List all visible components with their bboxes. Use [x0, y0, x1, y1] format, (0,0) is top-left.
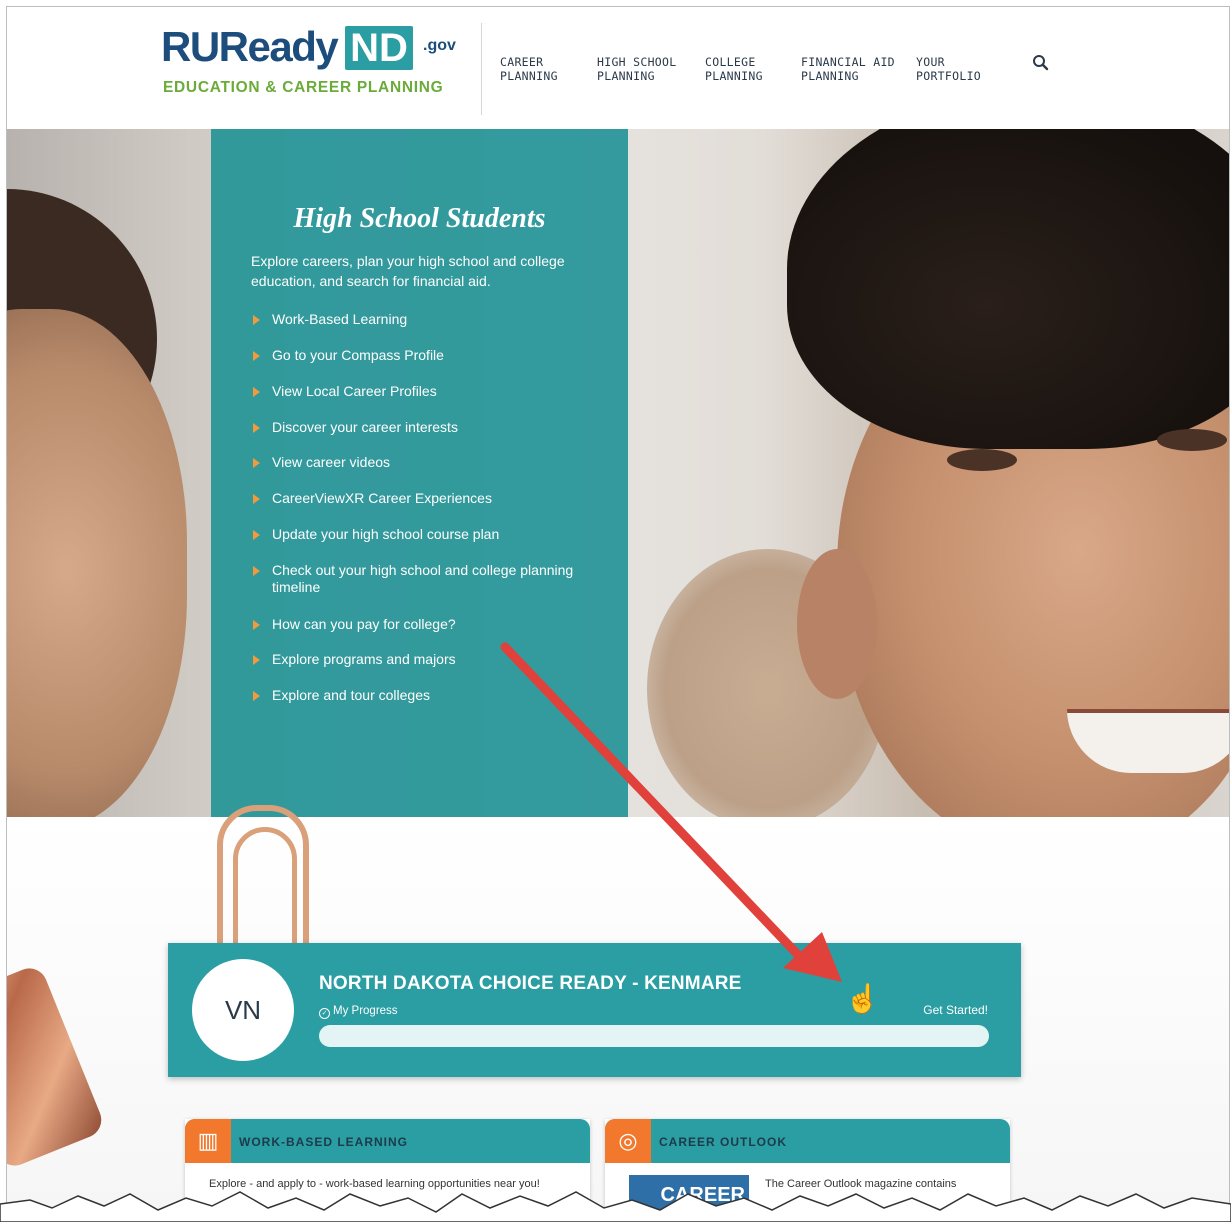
lightbulb-target-icon: ◎ [605, 1119, 651, 1163]
panel-link-label: Explore programs and majors [272, 651, 456, 667]
binder-clip-decoration [7, 962, 107, 1172]
nav-high-school-planning[interactable]: HIGH SCHOOL PLANNING [597, 55, 676, 83]
panel-link[interactable]: View career videos [251, 454, 592, 471]
card-title: WORK-BASED LEARNING [239, 1135, 408, 1149]
panel-link-label: View Local Career Profiles [272, 383, 437, 399]
bullet-arrow-icon [253, 387, 260, 397]
get-started-link[interactable]: Get Started! [923, 1003, 988, 1017]
bullet-arrow-icon [253, 691, 260, 701]
site-logo[interactable]: RUReady ND .gov EDUCATION & CAREER PLANN… [161, 23, 471, 103]
nav-college-planning[interactable]: COLLEGE PLANNING [705, 55, 763, 83]
bullet-arrow-icon [253, 620, 260, 630]
bullet-arrow-icon [253, 566, 260, 576]
dashboard-section: VN NORTH DAKOTA CHOICE READY - KENMARE ✓… [7, 805, 1229, 1217]
bullet-arrow-icon [253, 494, 260, 504]
panel-link-label: Explore and tour colleges [272, 687, 430, 703]
bullet-arrow-icon [253, 351, 260, 361]
bullet-arrow-icon [253, 423, 260, 433]
panel-link[interactable]: Explore and tour colleges [251, 687, 592, 704]
progress-label-text: My Progress [333, 1005, 398, 1017]
nav-financial-aid-planning[interactable]: FINANCIAL AID PLANNING [801, 55, 895, 83]
logo-nd-state-badge: ND [345, 26, 413, 70]
hand-pointer-icon: ☝ [845, 983, 880, 1014]
panel-link[interactable]: Go to your Compass Profile [251, 347, 592, 364]
panel-link[interactable]: CareerViewXR Career Experiences [251, 490, 592, 507]
search-icon[interactable] [1031, 53, 1051, 73]
logo-gov-suffix: .gov [423, 37, 456, 54]
site-header: RUReady ND .gov EDUCATION & CAREER PLANN… [7, 7, 1229, 129]
progress-label: ✓ My Progress [319, 1005, 398, 1019]
panel-link-label: Discover your career interests [272, 419, 458, 435]
card-title: CAREER OUTLOOK [659, 1135, 787, 1149]
panel-link[interactable]: Update your high school course plan [251, 526, 592, 543]
logo-wordmark: RUReady [161, 23, 339, 70]
logo-tagline: EDUCATION & CAREER PLANNING [163, 79, 444, 96]
panel-intro: Explore careers, plan your high school a… [251, 253, 565, 289]
check-circle-icon: ✓ [319, 1008, 330, 1019]
browser-frame: RUReady ND .gov EDUCATION & CAREER PLANN… [6, 6, 1230, 1218]
bullet-arrow-icon [253, 530, 260, 540]
panel-link[interactable]: How can you pay for college? [251, 616, 592, 633]
high-school-panel: High School Students Explore careers, pl… [211, 129, 628, 817]
panel-title: High School Students [293, 203, 546, 234]
nav-career-planning[interactable]: CAREER PLANNING [500, 55, 558, 83]
hero-photo-girl [7, 309, 187, 817]
nav-your-portfolio[interactable]: YOUR PORTFOLIO [916, 55, 981, 83]
card-header: ▥ WORK-BASED LEARNING [185, 1119, 590, 1163]
panel-link-label: Work-Based Learning [272, 311, 408, 327]
card-header: ◎ CAREER OUTLOOK [605, 1119, 1010, 1163]
panel-link-label: Update your high school course plan [272, 526, 500, 542]
panel-link[interactable]: Check out your high school and college p… [251, 562, 592, 596]
panel-link-label: Check out your high school and college p… [272, 562, 574, 595]
progress-card-title[interactable]: NORTH DAKOTA CHOICE READY - KENMARE [319, 973, 742, 995]
hero-photo-boy-eye [1157, 429, 1227, 451]
bullet-arrow-icon [253, 655, 260, 665]
avatar[interactable]: VN [192, 959, 294, 1061]
progress-bar [319, 1025, 989, 1047]
hero-photo-boy-ear [797, 549, 877, 699]
building-icon: ▥ [185, 1119, 231, 1163]
bullet-arrow-icon [253, 315, 260, 325]
panel-link-label: View career videos [272, 454, 391, 470]
bullet-arrow-icon [253, 458, 260, 468]
panel-link-label: How can you pay for college? [272, 616, 456, 632]
panel-link-label: Go to your Compass Profile [272, 347, 444, 363]
hero-photo-boy-eye [947, 449, 1017, 471]
panel-link[interactable]: Discover your career interests [251, 419, 592, 436]
panel-link[interactable]: Work-Based Learning [251, 311, 592, 328]
header-divider [481, 23, 482, 115]
hero-banner: High School Students Explore careers, pl… [7, 129, 1229, 817]
torn-edge-decoration [0, 1191, 1231, 1222]
progress-card: VN NORTH DAKOTA CHOICE READY - KENMARE ✓… [168, 943, 1021, 1077]
panel-link[interactable]: View Local Career Profiles [251, 383, 592, 400]
panel-link-label: CareerViewXR Career Experiences [272, 490, 492, 506]
panel-link[interactable]: Explore programs and majors [251, 651, 592, 668]
hero-photo-boy-hair [787, 129, 1229, 449]
